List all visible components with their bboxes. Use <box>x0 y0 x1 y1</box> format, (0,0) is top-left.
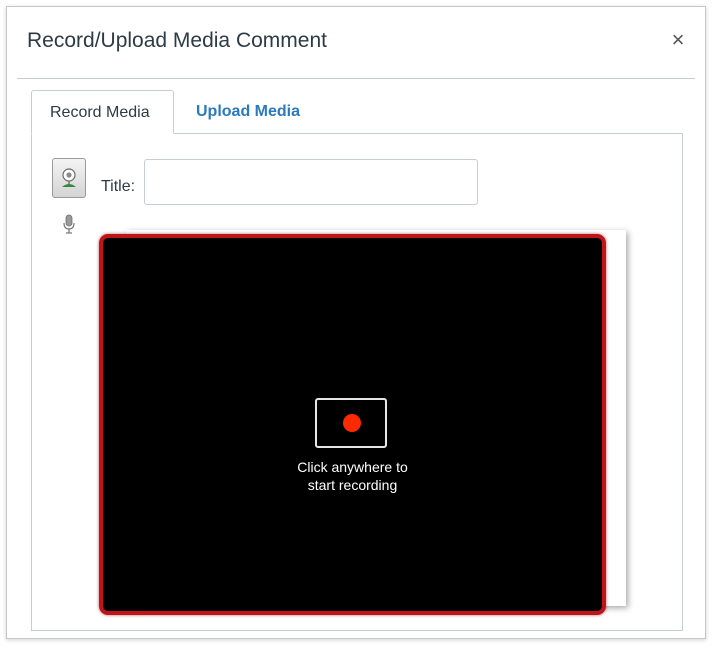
record-hint: Click anywhere to start recording <box>103 458 602 494</box>
microphone-icon <box>63 214 75 234</box>
dialog-title: Record/Upload Media Comment <box>27 29 327 52</box>
dialog-header: Record/Upload Media Comment × <box>7 7 705 77</box>
title-label: Title: <box>101 178 136 195</box>
record-media-panel: Title: Click anywhere to start recording <box>31 133 683 631</box>
microphone-button[interactable] <box>61 214 77 236</box>
tab-upload-media[interactable]: Upload Media <box>178 90 318 134</box>
record-icon <box>343 414 361 432</box>
header-divider <box>17 78 695 79</box>
webcam-button[interactable] <box>52 158 86 198</box>
record-hint-line2: start recording <box>307 477 398 493</box>
tab-record-media[interactable]: Record Media <box>31 90 174 134</box>
record-button[interactable] <box>315 398 387 448</box>
media-comment-dialog: Record/Upload Media Comment × Record Med… <box>6 6 706 639</box>
record-hint-line1: Click anywhere to <box>297 459 408 475</box>
close-button[interactable]: × <box>667 29 689 51</box>
tab-list: Record Media Upload Media <box>31 90 681 134</box>
title-input[interactable] <box>144 159 478 205</box>
recorder-area[interactable]: Click anywhere to start recording <box>99 234 606 615</box>
webcam-icon <box>62 168 76 187</box>
